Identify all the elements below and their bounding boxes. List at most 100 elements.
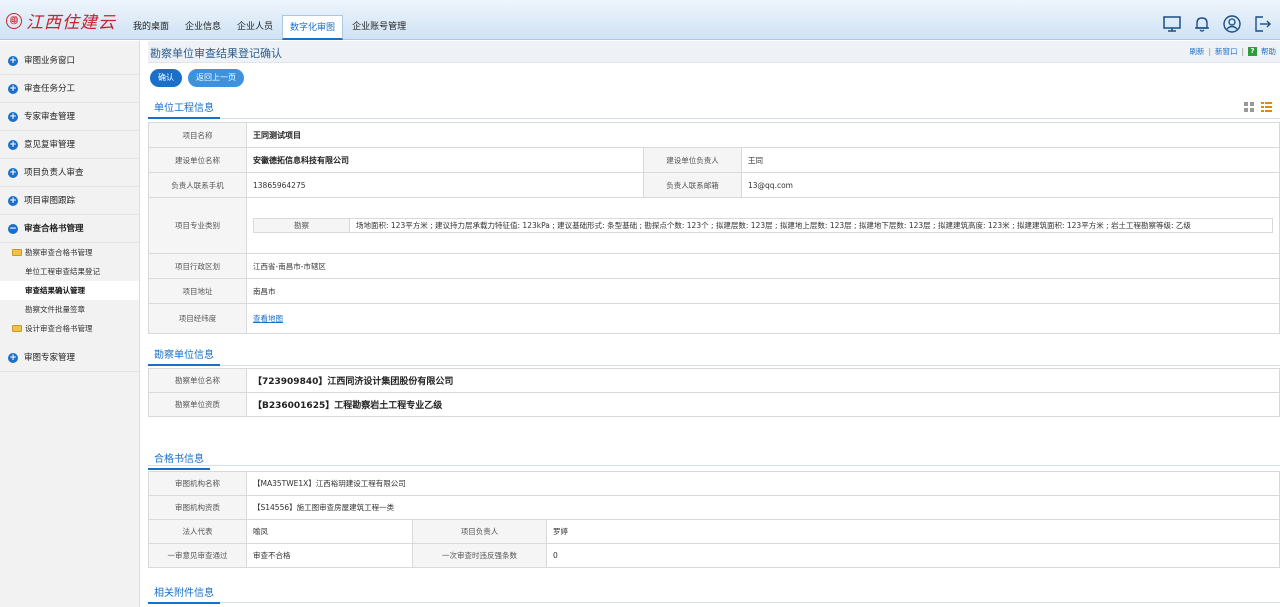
survey-unit-table: 勘察单位名称 【723909840】江西同济设计集团股份有限公司 勘察单位资质 … [148,368,1280,417]
survey-unit-name-label: 勘察单位名称 [148,368,247,393]
plus-circle-icon: + [8,139,18,150]
plus-circle-icon: + [8,167,18,178]
survey-unit-qual-value: 【B236001625】工程勘察岩土工程专业乙级 [246,392,1280,417]
section-title-attachments: 相关附件信息 [148,584,220,604]
project-name-label: 项目名称 [148,122,247,148]
new-window-link[interactable]: 新窗口 [1215,46,1238,57]
view-toggle [1244,102,1272,113]
legal-rep-value: 喻凤 [246,519,413,544]
project-leader-label: 项目负责人 [412,519,547,544]
sidebar-item-label: 项目负责人审查 [24,167,84,178]
refresh-link[interactable]: 刷新 [1189,46,1204,57]
link-separator: | [1241,47,1244,56]
nav-tab-company-staff[interactable]: 企业人员 [230,15,280,40]
review-org-qual-label: 审图机构资质 [148,495,247,520]
nav-tab-account-management[interactable]: 企业账号管理 [345,15,413,40]
survey-detail: 场地面积: 123平方米 ; 建议持力层承载力特征值: 123kPa ; 建议基… [349,218,1273,233]
sidebar-leaf-result-register[interactable]: 单位工程审查结果登记 [0,262,139,281]
bell-icon[interactable] [1192,14,1212,34]
sidebar-item-expert-management[interactable]: + 审图专家管理 [0,344,139,372]
sidebar-item-review-window[interactable]: + 审图业务窗口 [0,47,139,75]
category-inner-table: 勘察 场地面积: 123平方米 ; 建议持力层承载力特征值: 123kPa ; … [253,218,1273,233]
plus-circle-icon: + [8,352,18,363]
build-leader-label: 建设单位负责人 [643,147,742,173]
sidebar-item-label: 意见复审管理 [24,139,76,150]
address-label: 项目地址 [148,278,247,304]
grid-view-icon[interactable] [1244,102,1255,113]
link-separator: | [1208,47,1211,56]
build-unit-value: 安徽德拓信息科技有限公司 [246,147,644,173]
sidebar-item-label: 审查任务分工 [24,83,76,94]
build-leader-value: 王同 [741,147,1280,173]
section-title-certificate: 合格书信息 [148,450,210,470]
sidebar-item-label: 审查合格书管理 [24,223,84,234]
sidebar-item-opinion-recheck[interactable]: + 意见复审管理 [0,131,139,159]
violations-value: 0 [546,543,1280,568]
section-title-project: 单位工程信息 [148,99,220,119]
minus-circle-icon: − [8,223,18,234]
sidebar-item-label: 项目审图跟踪 [24,195,76,206]
sidebar-item-task-assignment[interactable]: + 审查任务分工 [0,75,139,103]
main-nav: 我的桌面 企业信息 企业人员 数字化审图 企业账号管理 [126,15,415,40]
sidebar-item-certificate-management[interactable]: − 审查合格书管理 [0,215,139,243]
first-pass-value: 审查不合格 [246,543,413,568]
sidebar-item-label: 专家审查管理 [24,111,76,122]
region-value: 江西省-南昌市-市辖区 [246,253,1280,279]
section-divider [148,465,1280,466]
sidebar-leaf-batch-sign[interactable]: 勘察文件批量签章 [0,300,139,319]
folder-open-icon [12,249,22,256]
project-name-value: 王同测试项目 [246,122,1280,148]
user-icon[interactable] [1222,14,1242,34]
sidebar-item-label: 审图业务窗口 [24,55,76,66]
top-bar: ㊞ 江西住建云 我的桌面 企业信息 企业人员 数字化审图 企业账号管理 [0,0,1280,40]
sidebar-item-leader-review[interactable]: + 项目负责人审查 [0,159,139,187]
email-value: 13@qq.com [741,172,1280,198]
sidebar-item-label: 审图专家管理 [24,352,76,363]
view-map-link[interactable]: 查看地图 [253,314,283,323]
nav-tab-company-info[interactable]: 企业信息 [178,15,228,40]
geo-label: 项目经纬度 [148,303,247,334]
back-button[interactable]: 返回上一页 [188,69,244,87]
nav-tab-desktop[interactable]: 我的桌面 [126,15,176,40]
top-icons [1162,14,1272,34]
section-divider [148,365,1280,366]
email-label: 负责人联系邮箱 [643,172,742,198]
sidebar-sub-label: 设计审查合格书管理 [25,324,93,333]
sidebar-sub-label: 勘察审查合格书管理 [25,248,93,257]
sidebar-item-expert-review[interactable]: + 专家审查管理 [0,103,139,131]
violations-label: 一次审查时违反强条数 [412,543,547,568]
title-bar: 勘察单位审查结果登记确认 刷新 | 新窗口 | ? 帮助 [148,41,1280,63]
confirm-button[interactable]: 确认 [150,69,182,87]
page-title: 勘察单位审查结果登记确认 [150,47,282,60]
logout-icon[interactable] [1252,14,1272,34]
main-content: 勘察单位审查结果登记确认 刷新 | 新窗口 | ? 帮助 确认 返回上一页 单位… [148,41,1280,607]
folder-icon [12,325,22,332]
category-label: 项目专业类别 [148,197,247,254]
plus-circle-icon: + [8,195,18,206]
project-info-table: 项目名称 王同测试项目 建设单位名称 安徽德拓信息科技有限公司 建设单位负责人 … [148,122,1280,334]
region-label: 项目行政区划 [148,253,247,279]
phone-value: 13865964275 [246,172,644,198]
sidebar-leaf-result-confirm[interactable]: 审查结果确认管理 [0,281,139,300]
survey-unit-name-value: 【723909840】江西同济设计集团股份有限公司 [246,368,1280,393]
build-unit-label: 建设单位名称 [148,147,247,173]
survey-label: 勘察 [253,218,350,233]
plus-circle-icon: + [8,83,18,94]
sidebar-folder-survey-certificate[interactable]: 勘察审查合格书管理 [0,243,139,262]
sidebar-item-review-tracking[interactable]: + 项目审图跟踪 [0,187,139,215]
plus-circle-icon: + [8,111,18,122]
help-icon[interactable]: ? [1248,47,1257,56]
logo[interactable]: ㊞ 江西住建云 [6,8,116,33]
section-divider [148,602,1280,603]
section-divider [148,118,1280,119]
first-pass-label: 一审意见审查通过 [148,543,247,568]
sidebar-folder-design-certificate[interactable]: 设计审查合格书管理 [0,319,139,338]
seal-icon: ㊞ [6,12,22,29]
help-link[interactable]: 帮助 [1261,46,1276,57]
project-leader-value: 罗婷 [546,519,1280,544]
review-org-qual-value: 【S14556】施工图审查房屋建筑工程一类 [246,495,1280,520]
monitor-icon[interactable] [1162,14,1182,34]
review-org-value: 【MA35TWE1X】江西裕玥建设工程有限公司 [246,471,1280,496]
list-view-icon[interactable] [1261,102,1272,113]
nav-tab-digital-review[interactable]: 数字化审图 [282,15,344,40]
